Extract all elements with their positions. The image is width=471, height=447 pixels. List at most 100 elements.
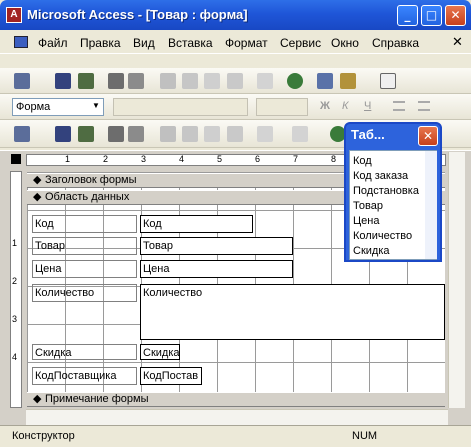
ruler-tick: 5 xyxy=(217,154,223,164)
undo-icon[interactable] xyxy=(257,73,273,89)
object-select-value: Форма xyxy=(16,101,51,113)
paste-icon[interactable] xyxy=(204,73,220,89)
access-app-icon[interactable]: A xyxy=(6,7,22,23)
status-mode: Конструктор xyxy=(12,430,75,442)
field-list-item[interactable]: Код заказа xyxy=(353,170,408,182)
copy-icon[interactable] xyxy=(182,73,198,89)
field-list-item[interactable]: Подстановка xyxy=(353,185,419,197)
ruler-tick: 3 xyxy=(12,314,18,324)
view-icon[interactable] xyxy=(14,73,30,89)
underline-button[interactable]: Ч xyxy=(364,100,371,112)
section-detail-label: Область данных xyxy=(45,191,130,203)
format-painter-icon[interactable] xyxy=(227,126,243,142)
title-bar: A Microsoft Access - [Товар : форма] _ □… xyxy=(0,0,471,30)
print-preview-icon[interactable] xyxy=(128,73,144,89)
paste-icon[interactable] xyxy=(204,126,220,142)
section-arrow-icon: ◆ xyxy=(33,191,42,203)
ruler-tick: 3 xyxy=(141,154,147,164)
cut-icon[interactable] xyxy=(160,73,176,89)
field-list-item[interactable]: Цена xyxy=(353,215,379,227)
new-object-icon[interactable] xyxy=(340,73,356,89)
help-icon[interactable] xyxy=(380,73,396,89)
menu-insert[interactable]: Вставка xyxy=(168,36,213,50)
section-footer-bar[interactable]: ◆ Примечание формы xyxy=(27,392,445,407)
field-price[interactable]: Цена xyxy=(140,260,293,278)
minimize-icon[interactable]: _ xyxy=(397,5,418,26)
label-discount[interactable]: Скидка xyxy=(32,344,137,360)
menu-window[interactable]: Окно xyxy=(331,36,359,50)
ruler-tick: 7 xyxy=(293,154,299,164)
format-painter-icon[interactable] xyxy=(227,73,243,89)
cut-icon[interactable] xyxy=(160,126,176,142)
field-list-close-icon[interactable]: ✕ xyxy=(418,126,438,146)
align-left-icon[interactable] xyxy=(393,101,405,111)
menu-file[interactable]: Файл xyxy=(38,36,68,50)
horizontal-scrollbar[interactable] xyxy=(26,409,448,425)
menu-view[interactable]: Вид xyxy=(133,36,155,50)
field-quantity[interactable]: Количество xyxy=(140,284,445,340)
field-list-title: Таб... xyxy=(351,127,385,142)
status-bar: Конструктор NUM xyxy=(0,425,471,447)
section-arrow-icon: ◆ xyxy=(33,174,42,186)
ruler-tick: 2 xyxy=(103,154,109,164)
view-icon[interactable] xyxy=(14,126,30,142)
file-search-icon[interactable] xyxy=(78,126,94,142)
ruler-tick: 4 xyxy=(179,154,185,164)
save-icon[interactable] xyxy=(55,73,71,89)
file-search-icon[interactable] xyxy=(78,73,94,89)
font-size-select[interactable] xyxy=(256,98,308,116)
field-discount[interactable]: Скидка xyxy=(140,344,180,360)
font-name-select[interactable] xyxy=(113,98,248,116)
database-window-icon[interactable] xyxy=(317,73,333,89)
form-doc-icon[interactable] xyxy=(14,36,28,48)
ruler-tick: 1 xyxy=(65,154,71,164)
redo-icon[interactable] xyxy=(292,126,308,142)
vertical-ruler[interactable]: 1 2 3 4 xyxy=(10,171,22,408)
ruler-tick: 6 xyxy=(255,154,261,164)
ruler-tick: 1 xyxy=(12,238,18,248)
form-selector[interactable] xyxy=(11,154,21,164)
section-footer-label: Примечание формы xyxy=(45,393,149,405)
save-icon[interactable] xyxy=(55,126,71,142)
italic-button[interactable]: К xyxy=(342,100,348,112)
field-supplier-code[interactable]: КодПостав xyxy=(140,367,202,385)
print-icon[interactable] xyxy=(108,73,124,89)
window-title: Microsoft Access - [Товар : форма] xyxy=(27,7,248,22)
align-center-icon[interactable] xyxy=(418,101,430,111)
print-icon[interactable] xyxy=(108,126,124,142)
menu-tools[interactable]: Сервис xyxy=(280,36,321,50)
copy-icon[interactable] xyxy=(182,126,198,142)
bold-button[interactable]: Ж xyxy=(320,100,330,112)
label-code[interactable]: Код xyxy=(32,215,137,233)
field-list-item[interactable]: Количество xyxy=(353,230,412,242)
field-list-item[interactable]: Код xyxy=(353,155,372,167)
label-quantity[interactable]: Количество xyxy=(32,284,137,302)
label-supplier-code[interactable]: КодПоставщика xyxy=(32,367,137,385)
section-header-label: Заголовок формы xyxy=(45,174,137,186)
field-list-item[interactable]: Скидка xyxy=(353,245,390,257)
field-list-scrollbar[interactable] xyxy=(425,151,437,259)
menu-help[interactable]: Справка xyxy=(372,36,419,50)
label-price[interactable]: Цена xyxy=(32,260,137,278)
ruler-tick: 4 xyxy=(12,352,18,362)
section-arrow-icon: ◆ xyxy=(33,393,42,405)
hyperlink-icon[interactable] xyxy=(287,73,303,89)
menu-edit[interactable]: Правка xyxy=(80,36,121,50)
chevron-down-icon: ▼ xyxy=(92,101,100,110)
field-list-window[interactable]: Таб... ✕ Код Код заказа Подстановка Това… xyxy=(344,122,442,262)
object-select[interactable]: Форма ▼ xyxy=(12,98,104,116)
label-product[interactable]: Товар xyxy=(32,237,137,255)
print-preview-icon[interactable] xyxy=(128,126,144,142)
field-product[interactable]: Товар xyxy=(140,237,293,255)
maximize-icon[interactable]: □ xyxy=(421,5,442,26)
field-list[interactable]: Код Код заказа Подстановка Товар Цена Ко… xyxy=(349,150,437,260)
close-icon[interactable]: ✕ xyxy=(445,5,466,26)
ruler-tick: 2 xyxy=(12,276,18,286)
menu-format[interactable]: Формат xyxy=(225,36,268,50)
field-list-item[interactable]: Товар xyxy=(353,200,383,212)
mdi-close-icon[interactable]: ✕ xyxy=(452,34,463,50)
undo-icon[interactable] xyxy=(257,126,273,142)
vertical-scrollbar[interactable] xyxy=(448,152,465,408)
field-code[interactable]: Код xyxy=(140,215,253,233)
ruler-tick: 8 xyxy=(331,154,337,164)
